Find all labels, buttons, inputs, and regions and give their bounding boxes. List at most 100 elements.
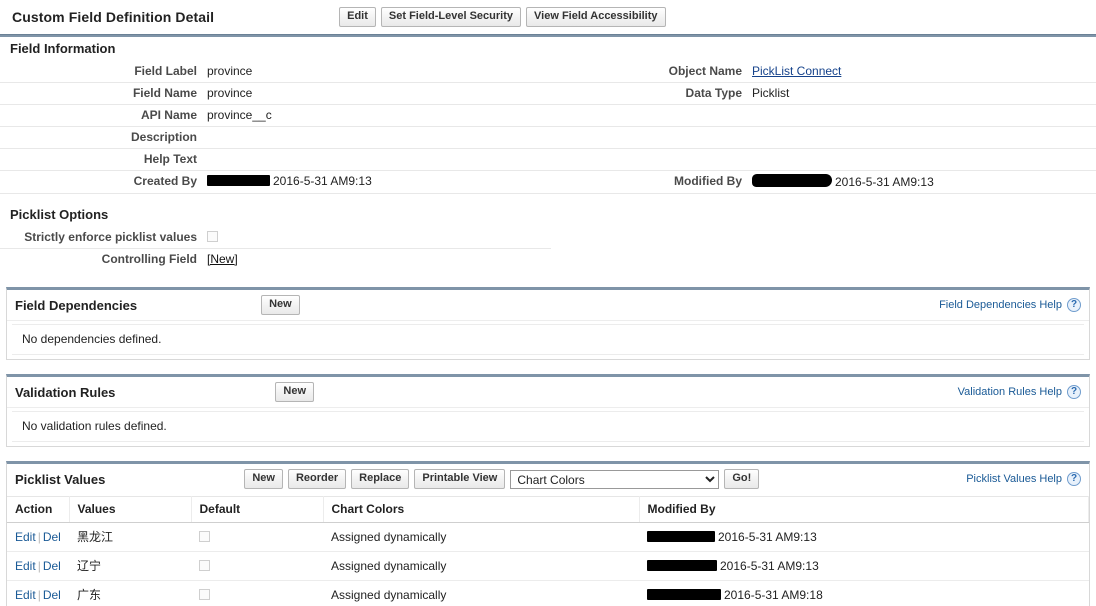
row-modified-timestamp: 2016-5-31 AM9:18	[724, 587, 823, 602]
controlling-field-new-link[interactable]: [New]	[207, 252, 238, 266]
set-field-level-security-button[interactable]: Set Field-Level Security	[380, 7, 522, 27]
field-dependencies-help: Field Dependencies Help ?	[939, 298, 1081, 312]
chart-colors-select[interactable]: Chart Colors	[510, 469, 720, 489]
row-value: 广东	[69, 580, 191, 606]
row-default-checkbox[interactable]	[199, 559, 210, 571]
redacted-user-name	[207, 175, 270, 186]
validation-rules-buttons: New	[275, 382, 315, 402]
page-title: Custom Field Definition Detail	[12, 9, 215, 25]
picklist-values-header: Picklist Values New Reorder Replace Prin…	[7, 464, 1089, 494]
field-information-section: Field Information Field Label province O…	[0, 37, 1096, 194]
picklist-options-section: Picklist Options Strictly enforce pickli…	[0, 203, 1096, 270]
row-edit-link[interactable]: Edit	[15, 530, 36, 544]
empty-label	[545, 104, 752, 127]
column-header-chart-colors: Chart Colors	[323, 496, 640, 523]
redacted-user-name	[647, 588, 721, 600]
row-edit-link[interactable]: Edit	[15, 588, 36, 602]
help-question-icon[interactable]: ?	[1067, 472, 1081, 486]
detail-row: Created By 2016-5-31 AM9:13 Modified By …	[0, 170, 1096, 194]
field-label-label: Field Label	[0, 61, 207, 83]
validation-rules-help-link[interactable]: Validation Rules Help	[958, 386, 1062, 398]
row-modified-by: 2016-5-31 AM9:18	[639, 580, 1089, 606]
empty-value	[752, 148, 1096, 171]
api-name-label: API Name	[0, 104, 207, 127]
column-header-values: Values	[69, 496, 192, 523]
picklist-values-body: Action Values Default Chart Colors Modif…	[7, 496, 1089, 606]
row-del-link[interactable]: Del	[43, 530, 61, 544]
field-dependencies-body: No dependencies defined.	[7, 320, 1089, 355]
picklist-values-help: Picklist Values Help ?	[966, 472, 1081, 486]
strictly-enforce-checkbox[interactable]	[207, 231, 218, 242]
validation-rules-header: Validation Rules New Validation Rules He…	[7, 377, 1089, 407]
edit-button[interactable]: Edit	[339, 7, 376, 27]
row-edit-link[interactable]: Edit	[15, 559, 36, 573]
controlling-field-label: Controlling Field	[101, 252, 197, 266]
description-label: Description	[0, 126, 207, 149]
redacted-user-name	[752, 174, 832, 187]
detail-row: Description	[0, 126, 1096, 149]
table-row: Edit | Del 黑龙江 Assigned dynamically 2016-5…	[7, 522, 1089, 552]
empty-label	[545, 148, 752, 171]
created-by-value: 2016-5-31 AM9:13	[207, 170, 545, 194]
help-question-icon[interactable]: ?	[1067, 298, 1081, 312]
api-name-value: province__c	[207, 104, 545, 127]
field-label-value: province	[207, 61, 545, 83]
empty-label	[545, 126, 752, 149]
row-default	[191, 551, 323, 581]
strictly-enforce-label: Strictly enforce picklist values	[0, 227, 207, 249]
field-dependencies-new-button[interactable]: New	[261, 295, 300, 315]
picklist-reorder-button[interactable]: Reorder	[287, 469, 347, 489]
row-modified-by: 2016-5-31 AM9:13	[639, 522, 1089, 552]
object-name-label: Object Name	[545, 61, 752, 83]
picklist-go-button[interactable]: Go!	[724, 469, 760, 489]
picklist-replace-button[interactable]: Replace	[351, 469, 410, 489]
row-default-checkbox[interactable]	[199, 530, 210, 542]
detail-row: Field Name province Data Type Picklist	[0, 82, 1096, 105]
empty-value	[752, 104, 1096, 127]
chart-colors-select-wrapper: Chart Colors	[510, 469, 720, 489]
picklist-options-table: Strictly enforce picklist values Control…	[0, 227, 551, 270]
row-modified-timestamp: 2016-5-31 AM9:13	[718, 529, 817, 544]
detail-row: Controlling Field [New]	[0, 249, 551, 271]
field-information-table: Field Label province Object Name PickLis…	[0, 61, 1096, 194]
object-name-link[interactable]: PickList Connect	[752, 64, 841, 78]
action-separator: |	[37, 558, 41, 573]
picklist-printable-view-button[interactable]: Printable View	[414, 469, 506, 489]
row-modified-by: 2016-5-31 AM9:13	[639, 551, 1089, 581]
created-by-timestamp: 2016-5-31 AM9:13	[273, 174, 372, 188]
row-modified-timestamp: 2016-5-31 AM9:13	[720, 558, 819, 573]
strictly-enforce-value	[207, 227, 551, 249]
row-actions: Edit | Del	[7, 551, 69, 581]
view-field-accessibility-button[interactable]: View Field Accessibility	[526, 7, 666, 27]
redacted-user-name	[647, 530, 715, 542]
field-name-value: province	[207, 82, 545, 105]
redacted-user-name	[647, 559, 717, 571]
detail-row: Help Text	[0, 148, 1096, 171]
picklist-values-help-link[interactable]: Picklist Values Help	[966, 473, 1062, 485]
row-del-link[interactable]: Del	[43, 559, 61, 573]
help-question-icon[interactable]: ?	[1067, 385, 1081, 399]
field-dependencies-buttons: New	[261, 295, 300, 315]
modified-by-timestamp: 2016-5-31 AM9:13	[835, 175, 934, 189]
picklist-new-button[interactable]: New	[244, 469, 283, 489]
data-type-value: Picklist	[752, 82, 1096, 105]
picklist-values-title: Picklist Values	[15, 471, 106, 487]
row-default	[191, 522, 323, 552]
validation-rules-new-button[interactable]: New	[275, 382, 315, 402]
row-del-link[interactable]: Del	[43, 588, 61, 602]
validation-rules-help: Validation Rules Help ?	[958, 385, 1081, 399]
picklist-options-heading: Picklist Options	[10, 207, 109, 222]
detail-row: Field Label province Object Name PickLis…	[0, 61, 1096, 83]
column-header-action: Action	[7, 496, 70, 523]
row-default-checkbox[interactable]	[199, 588, 210, 600]
table-row: Edit | Del 广东 Assigned dynamically 2016-5-…	[7, 580, 1089, 606]
page-action-buttons: Edit Set Field-Level Security View Field…	[339, 7, 666, 27]
field-dependencies-panel: Field Dependencies New Field Dependencie…	[6, 287, 1090, 360]
description-value	[207, 126, 545, 149]
validation-rules-body: No validation rules defined.	[7, 407, 1089, 442]
field-dependencies-header: Field Dependencies New Field Dependencie…	[7, 290, 1089, 320]
object-name-value: PickList Connect	[752, 61, 1096, 83]
field-dependencies-help-link[interactable]: Field Dependencies Help	[939, 299, 1062, 311]
field-name-label: Field Name	[0, 82, 207, 105]
row-value: 辽宁	[69, 551, 191, 581]
